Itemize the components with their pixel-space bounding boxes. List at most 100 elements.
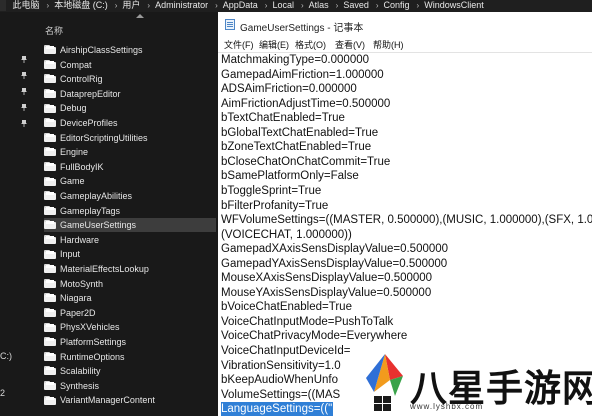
folder-row[interactable]: Game xyxy=(44,174,216,188)
folder-row[interactable]: RuntimeOptions xyxy=(44,350,216,364)
folder-name: VariantManagerContent xyxy=(60,395,155,406)
breadcrumb-item[interactable]: Config xyxy=(384,0,410,11)
breadcrumb-separator[interactable]: › xyxy=(265,0,268,11)
folder-icon xyxy=(44,322,56,332)
folder-row[interactable]: Debug xyxy=(44,101,216,115)
text-line: MouseXAxisSensDisplayValue=0.500000 xyxy=(221,272,433,285)
folder-icon xyxy=(44,176,56,186)
folder-row[interactable]: Input xyxy=(44,247,216,261)
folder-row[interactable]: GameplayAbilities xyxy=(44,189,216,203)
folder-row[interactable]: PhysXVehicles xyxy=(44,320,216,334)
breadcrumb-separator[interactable]: › xyxy=(376,0,379,11)
folder-row[interactable]: Hardware xyxy=(44,233,216,247)
text-line: (VOICECHAT, 1.000000)) xyxy=(221,228,352,241)
folder-row[interactable]: MotoSynth xyxy=(44,277,216,291)
text-line: WFVolumeSettings=((MASTER, 0.500000),(MU… xyxy=(221,214,592,227)
watermark-url: www.lyshbx.com xyxy=(410,402,484,411)
folder-row[interactable]: EditorScriptingUtilities xyxy=(44,131,216,145)
folder-name: GameplayAbilities xyxy=(60,191,133,201)
breadcrumb-separator[interactable]: › xyxy=(215,0,218,11)
notepad-title-bar[interactable]: GameUserSettings - 记事本 xyxy=(218,12,592,36)
folder-icon xyxy=(44,337,56,347)
folder-row[interactable]: Paper2D xyxy=(44,306,216,320)
text-line: VoiceChatInputDeviceId= xyxy=(221,345,351,357)
folder-icon xyxy=(44,118,56,128)
text-line: bKeepAudioWhenUnfo xyxy=(221,374,338,387)
folder-icon xyxy=(44,278,56,288)
folder-row[interactable]: Scalability xyxy=(44,364,216,378)
text-line: bSamePlatformOnly=False xyxy=(221,170,359,183)
folder-icon xyxy=(44,395,56,405)
text-line: GamepadAimFriction=1.000000 xyxy=(221,68,384,81)
notepad-title: GameUserSettings - 记事本 xyxy=(240,23,364,34)
folder-name: PhysXVehicles xyxy=(60,322,120,333)
menu-item[interactable]: 查看(V) xyxy=(335,38,365,51)
folder-row[interactable]: GameUserSettings xyxy=(44,218,216,233)
folder-row[interactable]: Engine xyxy=(44,145,216,159)
breadcrumb-item[interactable]: 此电脑 xyxy=(13,0,40,11)
breadcrumb-item[interactable]: Administrator xyxy=(155,0,208,11)
folder-icon xyxy=(44,351,56,361)
pin-icon xyxy=(21,120,27,127)
breadcrumb-item[interactable]: WindowsClient xyxy=(424,0,484,11)
folder-name: DeviceProfiles xyxy=(60,118,118,128)
folder-icon xyxy=(44,88,56,98)
breadcrumb-item[interactable]: AppData xyxy=(223,0,258,11)
breadcrumb-separator[interactable]: › xyxy=(47,0,50,11)
folder-name: Game xyxy=(60,176,85,187)
text-line: GamepadYAxisSensDisplayValue=0.500000 xyxy=(221,257,448,270)
folder-name: Compat xyxy=(60,59,92,70)
folder-icon xyxy=(44,161,56,171)
folder-icon xyxy=(44,307,56,317)
breadcrumb-item[interactable]: Saved xyxy=(343,0,369,11)
breadcrumb-separator[interactable]: › xyxy=(147,0,150,11)
folder-name: PlatformSettings xyxy=(60,337,127,347)
breadcrumb-item[interactable]: 用户 xyxy=(122,0,140,11)
watermark-logo-icon xyxy=(366,354,403,411)
text-line: ADSAimFriction=0.000000 xyxy=(221,83,357,96)
breadcrumb-expand-icon[interactable] xyxy=(0,0,6,11)
folder-icon xyxy=(44,264,56,274)
folder-row[interactable]: VariantManagerContent xyxy=(44,393,216,407)
folder-row[interactable]: DataprepEditor xyxy=(44,87,216,101)
notepad-menu-bar: 文件(F) 编辑(E) 格式(O) 查看(V) 帮助(H) xyxy=(218,36,592,52)
menu-item[interactable]: 编辑(E) xyxy=(259,38,289,51)
navigation-pane[interactable]: C:) 2 xyxy=(0,12,36,416)
breadcrumb-separator[interactable]: › xyxy=(417,0,420,11)
folder-row[interactable]: Synthesis xyxy=(44,379,216,393)
folder-row[interactable]: Niagara xyxy=(44,291,216,305)
text-line: VibrationSensitivity=1.0 xyxy=(221,359,341,372)
menu-item[interactable]: 帮助(H) xyxy=(373,38,404,51)
sort-arrow-icon xyxy=(136,14,144,18)
folder-icon xyxy=(44,147,56,157)
text-line: LanguageSettings=((" xyxy=(221,402,334,416)
folder-row[interactable]: Compat xyxy=(44,58,216,72)
breadcrumb-separator[interactable]: › xyxy=(115,0,118,11)
nav-item-label[interactable]: 2 xyxy=(0,388,5,398)
menu-item[interactable]: 格式(O) xyxy=(295,38,326,51)
file-list-pane[interactable]: 名称 AirshipClassSettings Compat ControlRig D… xyxy=(36,12,218,416)
text-line: VolumeSettings=((MAS xyxy=(221,388,341,401)
breadcrumb-items: 此电脑 › 本地磁盘 (C:) › 用户 › Administrator › AppData › L… xyxy=(13,0,486,10)
breadcrumb-item[interactable]: 本地磁盘 (C:) xyxy=(54,0,108,11)
folder-icon xyxy=(44,205,56,215)
folder-row[interactable]: GameplayTags xyxy=(44,204,216,218)
text-line: VoiceChatPrivacyMode=Everywhere xyxy=(221,330,408,343)
address-breadcrumb[interactable]: 此电脑 › 本地磁盘 (C:) › 用户 › Administrator › AppData › L… xyxy=(0,0,592,12)
folder-row[interactable]: PlatformSettings xyxy=(44,335,216,349)
breadcrumb-separator[interactable]: › xyxy=(301,0,304,11)
folder-row[interactable]: AirshipClassSettings xyxy=(44,43,216,57)
breadcrumb-item[interactable]: Atlas xyxy=(309,0,329,11)
column-header-name[interactable]: 名称 xyxy=(45,24,63,37)
drive-c-label[interactable]: C:) xyxy=(0,351,12,361)
folder-row[interactable]: FullBodyIK xyxy=(44,160,216,174)
folder-row[interactable]: ControlRig xyxy=(44,72,216,86)
pin-icon xyxy=(21,88,27,95)
folder-row[interactable]: DeviceProfiles xyxy=(44,116,216,130)
breadcrumb-item[interactable]: Local xyxy=(272,0,294,11)
folder-name: EditorScriptingUtilities xyxy=(60,132,148,143)
menu-item[interactable]: 文件(F) xyxy=(224,38,254,51)
breadcrumb-separator[interactable]: › xyxy=(336,0,339,11)
folder-name: DataprepEditor xyxy=(60,88,121,99)
folder-row[interactable]: MaterialEffectsLookup xyxy=(44,262,216,276)
